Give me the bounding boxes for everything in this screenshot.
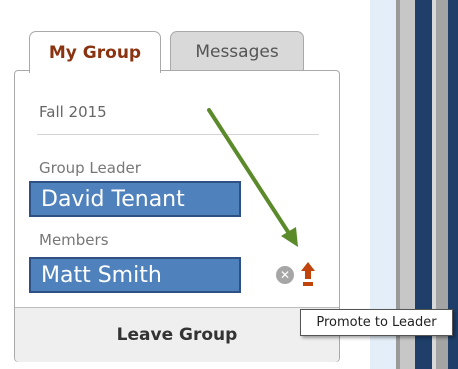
tooltip-text: Promote to Leader: [316, 315, 437, 330]
promote-tooltip: Promote to Leader: [300, 309, 453, 336]
